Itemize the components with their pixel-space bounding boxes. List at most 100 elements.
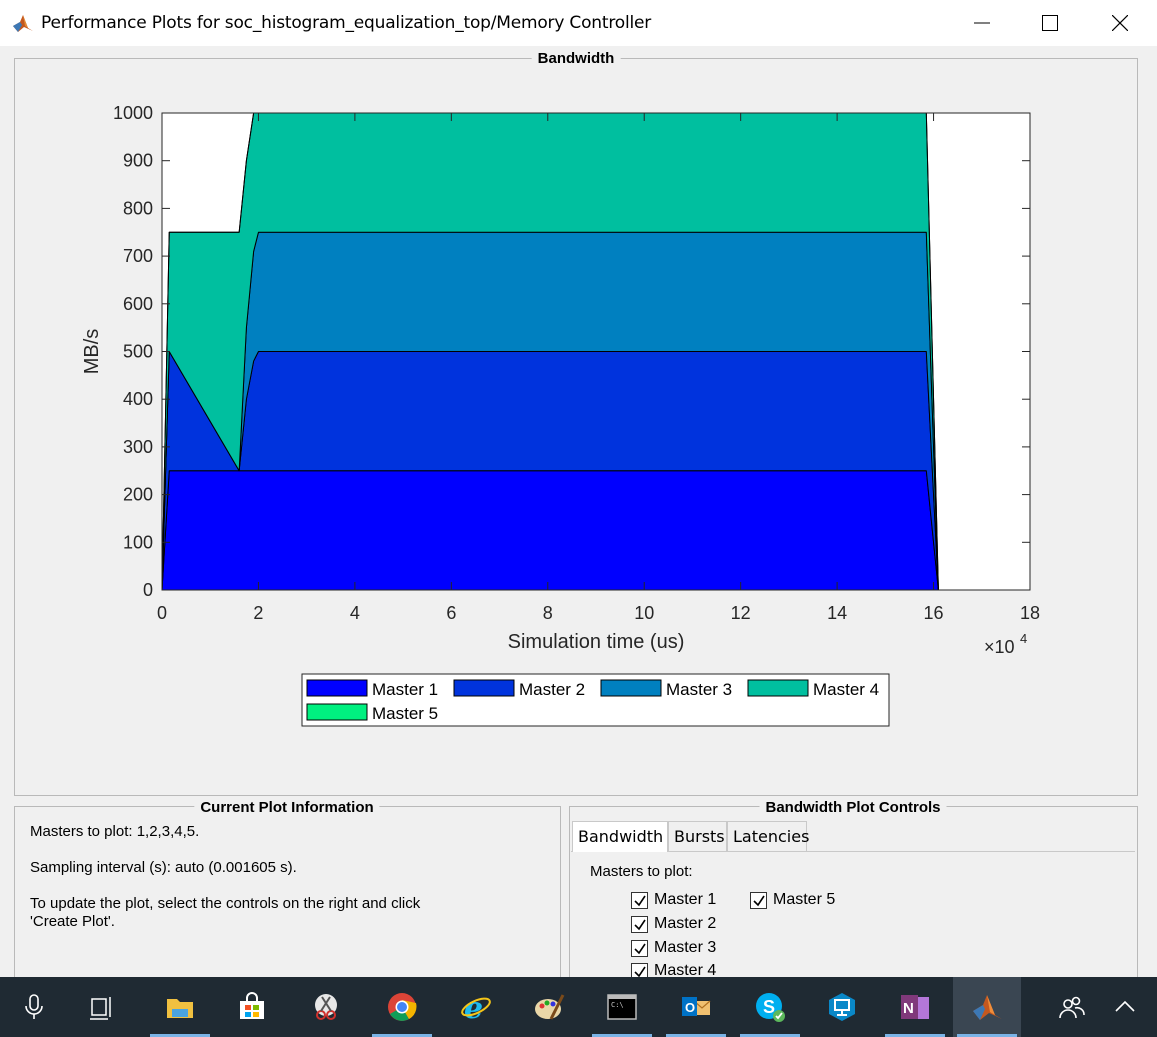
legend-label-5: Master 5 xyxy=(372,704,438,723)
x-tick-label: 4 xyxy=(350,603,360,623)
x-exponent-label: ×10 xyxy=(984,637,1015,657)
x-tick-label: 2 xyxy=(253,603,263,623)
tab-bursts[interactable]: Bursts xyxy=(668,821,727,851)
show-hidden-icons-button[interactable] xyxy=(1092,977,1157,1037)
y-tick-label: 900 xyxy=(123,151,153,171)
y-axis-label: MB/s xyxy=(81,329,103,375)
x-tick-label: 14 xyxy=(827,603,847,623)
legend-swatch-1 xyxy=(306,679,368,697)
microphone-icon xyxy=(25,994,43,1019)
tab-latencies[interactable]: Latencies xyxy=(727,821,809,851)
legend-swatch-5 xyxy=(306,703,368,721)
svg-text:S: S xyxy=(763,997,775,1017)
controls-panel-title: Bandwidth Plot Controls xyxy=(759,799,947,816)
maximize-icon xyxy=(1042,15,1058,31)
task-view-button[interactable] xyxy=(68,977,136,1037)
x-exponent-power: 4 xyxy=(1020,631,1027,646)
matlab-icon xyxy=(973,995,1002,1020)
info-panel-title: Current Plot Information xyxy=(194,799,380,816)
svg-text:O: O xyxy=(685,1000,695,1015)
matlab-taskbar-button[interactable] xyxy=(953,977,1021,1037)
checkmark-icon xyxy=(634,943,646,955)
master-3-label: Master 3 xyxy=(654,939,717,956)
masters-to-plot-info: Masters to plot: 1,2,3,4,5. xyxy=(30,823,200,840)
store-icon xyxy=(240,992,264,1019)
snipping-tool-button[interactable] xyxy=(292,977,360,1037)
legend-swatch-3 xyxy=(600,679,662,697)
snipping-tool-icon xyxy=(315,994,337,1020)
update-instructions-line1: To update the plot, select the controls … xyxy=(30,895,421,912)
store-button[interactable] xyxy=(218,977,286,1037)
master-5-label: Master 5 xyxy=(773,891,836,908)
legend-swatch-4 xyxy=(747,679,809,697)
close-icon xyxy=(1112,15,1128,31)
x-tick-label: 16 xyxy=(924,603,944,623)
x-axis-label: Simulation time (us) xyxy=(508,631,685,653)
matlab-icon xyxy=(12,12,34,34)
x-tick-label: 12 xyxy=(731,603,751,623)
x-tick-label: 10 xyxy=(634,603,654,623)
file-explorer-button[interactable] xyxy=(146,977,214,1037)
command-prompt-button[interactable]: C:\ xyxy=(588,977,656,1037)
y-tick-label: 300 xyxy=(123,437,153,457)
x-tick-label: 18 xyxy=(1020,603,1040,623)
task-view-icon xyxy=(90,997,111,1020)
svg-text:C:\: C:\ xyxy=(611,1001,624,1009)
y-tick-label: 600 xyxy=(123,294,153,314)
bandwidth-chart: 0 2 4 6 8 10 12 14 16 18 0 100 200 300 400 500 600 700 800… xyxy=(81,103,1040,727)
update-instructions-line2: 'Create Plot'. xyxy=(30,913,115,930)
y-tick-label: 400 xyxy=(123,389,153,409)
onenote-button[interactable]: N xyxy=(881,977,949,1037)
microphone-button[interactable] xyxy=(0,977,68,1037)
checkmark-icon xyxy=(634,919,646,931)
svg-text:e: e xyxy=(464,991,483,1023)
chrome-button[interactable] xyxy=(368,977,436,1037)
outlook-icon: O xyxy=(682,997,711,1016)
master-1-label: Master 1 xyxy=(654,891,717,908)
y-tick-label: 0 xyxy=(143,580,153,600)
close-button[interactable] xyxy=(1097,0,1143,46)
y-tick-label: 700 xyxy=(123,246,153,266)
masters-to-plot-label: Masters to plot: xyxy=(590,863,693,880)
y-tick-label: 500 xyxy=(123,342,153,362)
chevron-up-icon xyxy=(1115,1000,1135,1012)
x-tick-label: 0 xyxy=(157,603,167,623)
internet-explorer-icon: e xyxy=(461,991,491,1023)
sampling-interval-info: Sampling interval (s): auto (0.001605 s)… xyxy=(30,859,297,876)
command-prompt-icon: C:\ xyxy=(607,994,637,1020)
master-2-label: Master 2 xyxy=(654,915,717,932)
chrome-icon xyxy=(388,993,417,1021)
legend-label-4: Master 4 xyxy=(813,680,879,699)
area-series-1 xyxy=(161,470,939,591)
legend-label-3: Master 3 xyxy=(666,680,732,699)
checkmark-icon xyxy=(753,895,765,907)
y-tick-label: 100 xyxy=(123,532,153,552)
remote-desktop-icon xyxy=(829,993,855,1021)
people-icon xyxy=(1059,996,1085,1019)
legend-label-1: Master 1 xyxy=(372,680,438,699)
remote-desktop-button[interactable] xyxy=(808,977,876,1037)
y-tick-label: 200 xyxy=(123,485,153,505)
internet-explorer-button[interactable]: e xyxy=(442,977,510,1037)
taskbar: e C:\ O S N xyxy=(0,977,1157,1037)
minimize-icon xyxy=(974,22,990,24)
outlook-button[interactable]: O xyxy=(662,977,730,1037)
onenote-icon: N xyxy=(901,995,929,1019)
skype-button[interactable]: S xyxy=(736,977,804,1037)
skype-icon: S xyxy=(756,993,785,1022)
checkmark-icon xyxy=(634,895,646,907)
svg-text:N: N xyxy=(903,1000,914,1017)
y-tick-label: 1000 xyxy=(113,103,153,123)
tab-bandwidth[interactable]: Bandwidth xyxy=(572,821,668,852)
maximize-button[interactable] xyxy=(1027,0,1073,46)
legend-label-2: Master 2 xyxy=(519,680,585,699)
x-tick-label: 6 xyxy=(446,603,456,623)
file-explorer-icon xyxy=(167,999,193,1018)
paint-button[interactable] xyxy=(515,977,583,1037)
x-tick-label: 8 xyxy=(543,603,553,623)
title-bar: Performance Plots for soc_histogram_equa… xyxy=(0,0,1157,46)
minimize-button[interactable] xyxy=(959,0,1005,46)
legend-swatch-2 xyxy=(453,679,515,697)
paint-icon xyxy=(535,994,565,1020)
window-title: Performance Plots for soc_histogram_equa… xyxy=(41,13,652,33)
